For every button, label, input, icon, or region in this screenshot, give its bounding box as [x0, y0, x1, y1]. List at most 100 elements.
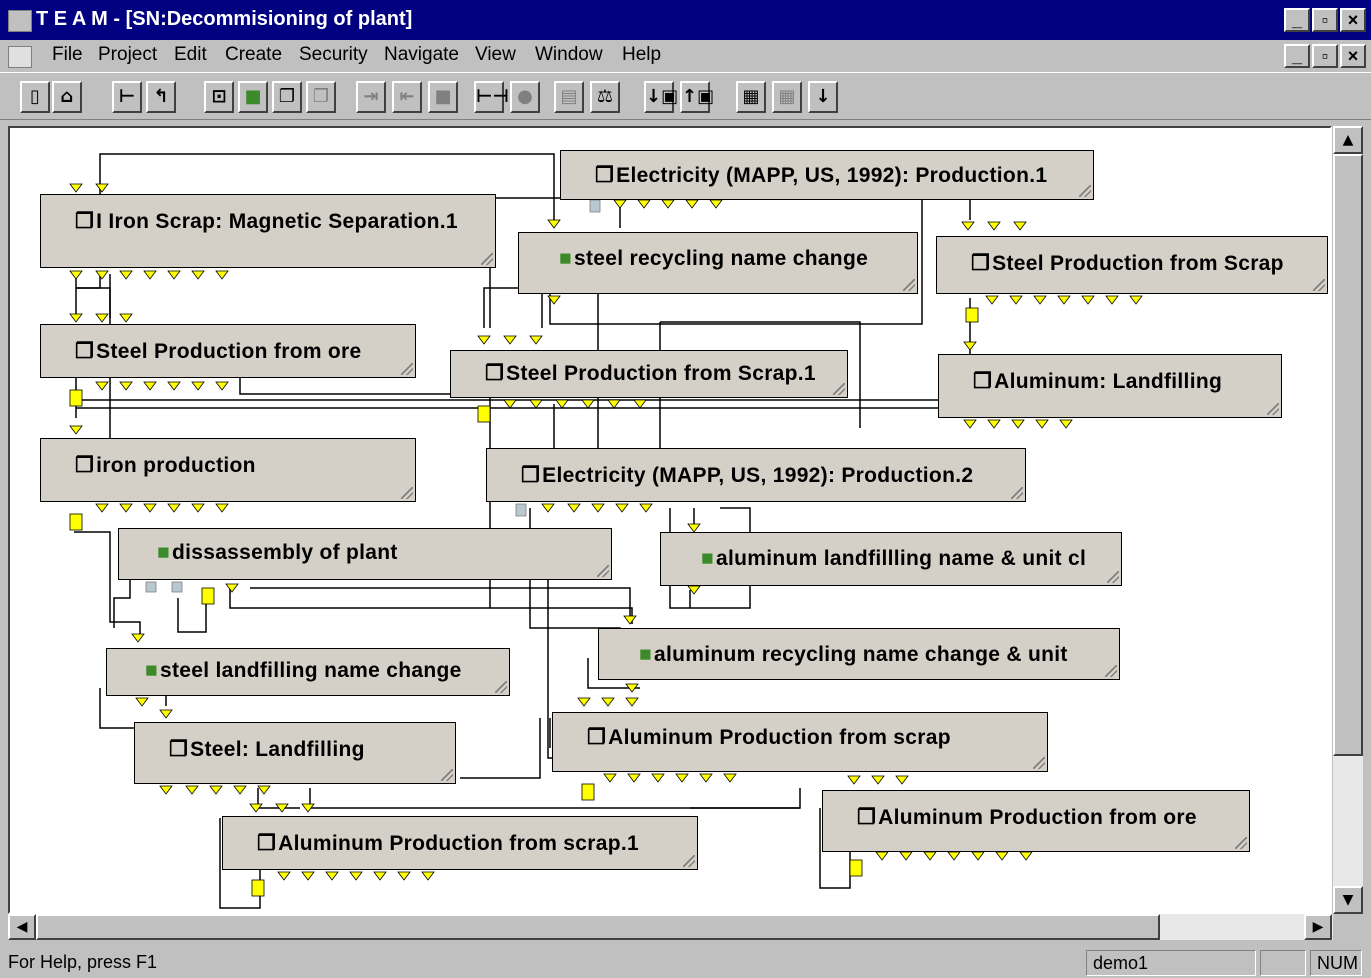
new-icon[interactable]: ▯: [20, 81, 50, 113]
link-out-disabled-icon[interactable]: ⇤: [392, 81, 422, 113]
menu-navigate[interactable]: Navigate: [384, 44, 459, 66]
resize-grip[interactable]: [481, 253, 493, 265]
process-node-aluminum-ore[interactable]: ❐Aluminum Production from ore: [822, 790, 1250, 852]
resize-grip[interactable]: [495, 681, 507, 693]
resize-grip[interactable]: [1107, 571, 1119, 583]
horizontal-scrollbar[interactable]: ◀ ▶: [8, 914, 1333, 940]
module-icon[interactable]: ⊡: [204, 81, 234, 113]
process-node-iron-production[interactable]: ❐iron production: [40, 438, 416, 502]
menu-security[interactable]: Security: [299, 44, 368, 66]
up-arrow-icon[interactable]: ↰: [146, 81, 176, 113]
menu-window[interactable]: Window: [535, 44, 603, 66]
process-icon[interactable]: ■: [238, 81, 268, 113]
menu-view[interactable]: View: [475, 44, 516, 66]
chart-icon[interactable]: ▦: [736, 81, 766, 113]
node-label: ❐Aluminum Production from scrap.1: [257, 832, 639, 855]
resize-grip[interactable]: [1105, 665, 1117, 677]
process-node-aluminum-scrap-1[interactable]: ❐Aluminum Production from scrap.1: [222, 816, 698, 870]
resize-grip[interactable]: [1267, 403, 1279, 415]
restore-button[interactable]: ▫: [1312, 8, 1338, 32]
resize-grip[interactable]: [1011, 487, 1023, 499]
process-node-aluminum-landfilling[interactable]: ❐Aluminum: Landfilling: [938, 354, 1282, 418]
process-node-electricity-1[interactable]: ❐Electricity (MAPP, US, 1992): Productio…: [560, 150, 1094, 200]
process-icon: ❐: [257, 832, 277, 855]
module-node-aluminum-recycling[interactable]: ■aluminum recycling name change & unit: [598, 628, 1120, 680]
minimize-button[interactable]: _: [1284, 8, 1310, 32]
module-node-steel-landfilling-rename[interactable]: ■steel landfilling name change: [106, 648, 510, 696]
doc-restore-button[interactable]: ▫: [1312, 44, 1338, 68]
process-icon: ❐: [485, 362, 505, 385]
node-label: ❐Electricity (MAPP, US, 1992): Productio…: [521, 464, 974, 487]
node-label: ❐Aluminum: Landfilling: [973, 370, 1223, 393]
process-icon: ❐: [857, 806, 877, 829]
node-label: ❐Aluminum Production from scrap: [587, 726, 951, 749]
resize-grip[interactable]: [597, 565, 609, 577]
resize-grip[interactable]: [441, 769, 453, 781]
status-bar: For Help, press F1 demo1 NUM: [0, 946, 1371, 978]
resize-grip[interactable]: [1079, 185, 1091, 197]
resize-grip[interactable]: [903, 279, 915, 291]
doc-close-button[interactable]: ×: [1340, 44, 1366, 68]
node-label: ❐Steel Production from ore: [75, 340, 362, 363]
vertical-scrollbar[interactable]: ▲ ▼: [1333, 126, 1363, 914]
resize-grip[interactable]: [683, 855, 695, 867]
menu-help[interactable]: Help: [622, 44, 661, 66]
process-node-aluminum-scrap[interactable]: ❐Aluminum Production from scrap: [552, 712, 1048, 772]
title-bar: T E A M - [SN:Decommisioning of plant] _…: [0, 0, 1371, 40]
process-node-steel-scrap-1[interactable]: ❐Steel Production from Scrap.1: [450, 350, 848, 398]
tree-icon[interactable]: ⊢: [112, 81, 142, 113]
node-label: ❐Aluminum Production from ore: [857, 806, 1197, 829]
span-icon[interactable]: ⊢⊣: [474, 81, 509, 113]
lock-up-icon[interactable]: ↑▣: [680, 81, 714, 113]
open-icon[interactable]: ⌂: [52, 81, 82, 113]
scroll-up-icon[interactable]: ▲: [1333, 126, 1363, 154]
process-icon: ❐: [75, 340, 95, 363]
copy-process-disabled-icon[interactable]: ❐: [306, 81, 336, 113]
process-node-steel-ore[interactable]: ❐Steel Production from ore: [40, 324, 416, 378]
app-icon[interactable]: [8, 10, 32, 32]
balance-icon[interactable]: ⚖: [590, 81, 620, 113]
process-node-steel-scrap[interactable]: ❐Steel Production from Scrap: [936, 236, 1328, 294]
scroll-down-icon[interactable]: ▼: [1333, 886, 1363, 914]
node-label: ❐iron production: [75, 454, 256, 477]
module-node-steel-recycling[interactable]: ■steel recycling name change: [518, 232, 918, 294]
status-empty-pane: [1260, 950, 1306, 976]
menu-create[interactable]: Create: [225, 44, 282, 66]
link-in-disabled-icon[interactable]: ⇥: [356, 81, 386, 113]
process-node-electricity-2[interactable]: ❐Electricity (MAPP, US, 1992): Productio…: [486, 448, 1026, 502]
process-node-iron-scrap[interactable]: ❐I Iron Scrap: Magnetic Separation.1: [40, 194, 496, 268]
module-node-disassembly[interactable]: ■dissassembly of plant: [118, 528, 612, 580]
doc-minimize-button[interactable]: _: [1284, 44, 1310, 68]
menu-bar: File Project Edit Create Security Naviga…: [0, 40, 1371, 72]
copy-process-icon[interactable]: ❐: [272, 81, 302, 113]
lock-down-icon[interactable]: ↓▣: [644, 81, 678, 113]
menu-project[interactable]: Project: [98, 44, 157, 66]
scroll-right-icon[interactable]: ▶: [1304, 914, 1332, 940]
resize-grip[interactable]: [1235, 837, 1247, 849]
sphere-disabled-icon[interactable]: ●: [510, 81, 540, 113]
scroll-left-icon[interactable]: ◀: [8, 914, 36, 940]
report-disabled-icon[interactable]: ▤: [554, 81, 584, 113]
vertical-scroll-thumb[interactable]: [1333, 154, 1363, 756]
diagram-canvas[interactable]: ❐I Iron Scrap: Magnetic Separation.1 ❐El…: [8, 126, 1332, 914]
resize-grip[interactable]: [401, 363, 413, 375]
menu-file[interactable]: File: [52, 44, 83, 66]
document-icon[interactable]: [8, 46, 32, 68]
process-node-steel-landfilling[interactable]: ❐Steel: Landfilling: [134, 722, 456, 784]
grid-disabled-icon[interactable]: ▦: [772, 81, 802, 113]
node-label: ■steel landfilling name change: [145, 659, 462, 682]
process-icon: ❐: [75, 210, 95, 233]
resize-grip[interactable]: [401, 487, 413, 499]
module-node-aluminum-landfilling-rename[interactable]: ■aluminum landfillling name & unit cl: [660, 532, 1122, 586]
process-icon: ❐: [169, 738, 189, 761]
resize-grip[interactable]: [833, 383, 845, 395]
menu-edit[interactable]: Edit: [174, 44, 207, 66]
resize-grip[interactable]: [1033, 757, 1045, 769]
close-button[interactable]: ×: [1340, 8, 1366, 32]
block-disabled-icon[interactable]: ■: [428, 81, 458, 113]
process-icon: ❐: [595, 164, 615, 187]
horizontal-scroll-thumb[interactable]: [36, 914, 1160, 940]
node-label: ■dissassembly of plant: [157, 541, 398, 564]
resize-grip[interactable]: [1313, 279, 1325, 291]
arrow-down-icon[interactable]: ↓: [808, 81, 838, 113]
